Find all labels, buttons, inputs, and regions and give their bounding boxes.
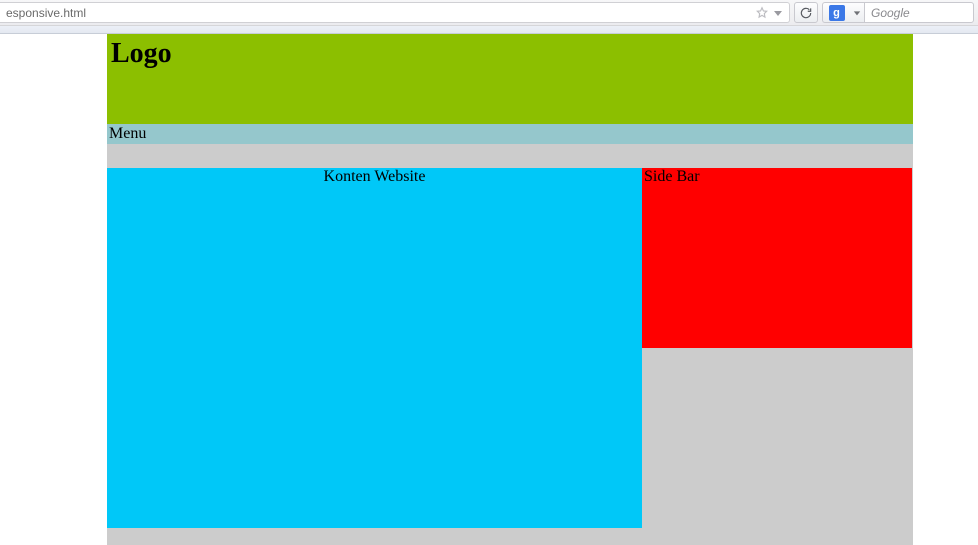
- search-engine-dropdown-icon[interactable]: [850, 2, 864, 23]
- logo: Logo: [111, 38, 909, 70]
- sidebar-title: Side Bar: [644, 168, 700, 185]
- bookmark-star-icon[interactable]: [755, 6, 769, 20]
- bookmarks-strip: [0, 26, 978, 34]
- sidebar: Side Bar: [642, 168, 912, 348]
- spacer: [107, 144, 913, 168]
- main-row: Konten Website Side Bar: [107, 168, 913, 528]
- history-dropdown-icon[interactable]: [773, 8, 783, 18]
- url-text: esponsive.html: [6, 6, 86, 20]
- address-bar[interactable]: esponsive.html: [0, 2, 790, 23]
- viewport: Logo Menu Konten Website Side Bar: [0, 34, 978, 545]
- google-icon: g: [829, 5, 845, 21]
- content-title: Konten Website: [324, 168, 426, 185]
- page-header: Logo: [107, 34, 913, 124]
- reload-button[interactable]: [794, 2, 818, 23]
- nav-menu[interactable]: Menu: [107, 124, 913, 144]
- browser-chrome: esponsive.html g Google: [0, 0, 978, 34]
- search-input[interactable]: Google: [864, 2, 974, 23]
- page-wrapper: Logo Menu Konten Website Side Bar: [107, 34, 913, 545]
- search-engine-button[interactable]: g: [822, 2, 850, 23]
- search-engine-group: g Google: [822, 2, 974, 23]
- toolbar: esponsive.html g Google: [0, 0, 978, 26]
- search-placeholder: Google: [871, 6, 910, 20]
- menu-label: Menu: [109, 125, 146, 142]
- main-content: Konten Website: [107, 168, 642, 528]
